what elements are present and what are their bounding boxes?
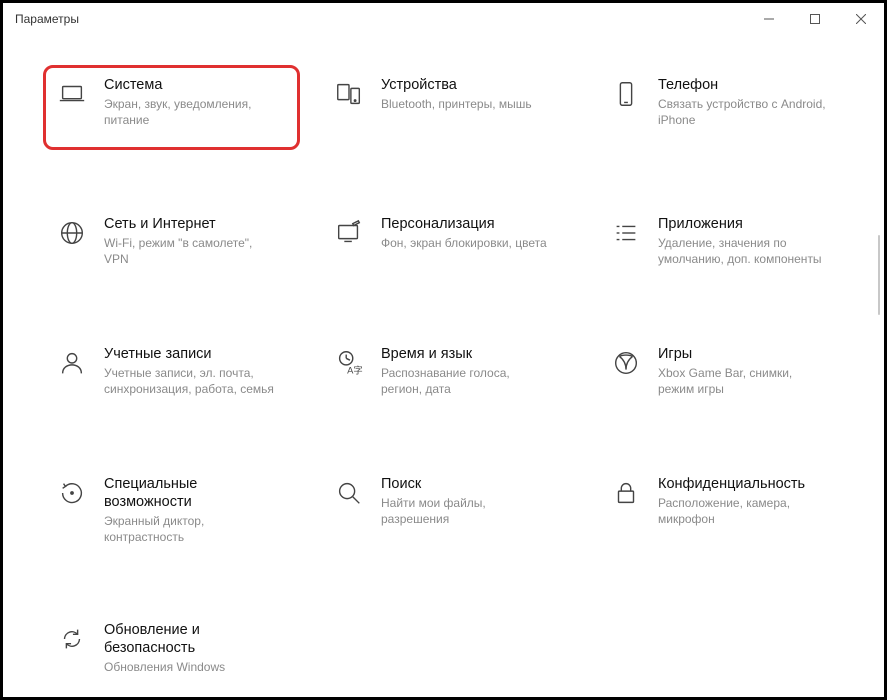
content-area: Система Экран, звук, уведомления, питани… bbox=[3, 35, 884, 697]
close-button[interactable] bbox=[838, 3, 884, 35]
tile-apps[interactable]: Приложения Удаление, значения по умолчан… bbox=[597, 204, 854, 280]
tile-desc: Xbox Game Bar, снимки, режим игры bbox=[658, 365, 828, 397]
person-icon bbox=[56, 347, 88, 379]
tile-desc: Фон, экран блокировки, цвета bbox=[381, 235, 547, 251]
tile-title: Учетные записи bbox=[104, 345, 274, 363]
tile-title: Устройства bbox=[381, 76, 532, 94]
tile-desc: Wi-Fi, режим "в самолете", VPN bbox=[104, 235, 274, 267]
window-title: Параметры bbox=[15, 12, 79, 26]
tile-desc: Удаление, значения по умолчанию, доп. ко… bbox=[658, 235, 828, 267]
tile-title: Обновление и безопасность bbox=[104, 621, 287, 657]
tile-title: Конфиденциальность bbox=[658, 475, 828, 493]
tile-title: Система bbox=[104, 76, 274, 94]
time-language-icon: A字 bbox=[333, 347, 365, 379]
tile-title: Игры bbox=[658, 345, 828, 363]
tile-gaming[interactable]: Игры Xbox Game Bar, снимки, режим игры bbox=[597, 334, 854, 410]
apps-icon bbox=[610, 217, 642, 249]
tile-title: Специальные возможности bbox=[104, 475, 287, 511]
tile-desc: Обновления Windows bbox=[104, 659, 274, 675]
globe-icon bbox=[56, 217, 88, 249]
tile-title: Сеть и Интернет bbox=[104, 215, 274, 233]
tile-title: Время и язык bbox=[381, 345, 551, 363]
tile-desc: Экран, звук, уведомления, питание bbox=[104, 96, 274, 128]
tile-desc: Найти мои файлы, разрешения bbox=[381, 495, 551, 527]
svg-text:A字: A字 bbox=[347, 364, 363, 375]
settings-grid: Система Экран, звук, уведомления, питани… bbox=[43, 65, 854, 687]
xbox-icon bbox=[610, 347, 642, 379]
search-icon bbox=[333, 477, 365, 509]
window-controls bbox=[746, 3, 884, 35]
phone-icon bbox=[610, 78, 642, 110]
minimize-button[interactable] bbox=[746, 3, 792, 35]
tile-system[interactable]: Система Экран, звук, уведомления, питани… bbox=[43, 65, 300, 150]
tile-title: Телефон bbox=[658, 76, 828, 94]
tile-phone[interactable]: Телефон Связать устройство с Android, iP… bbox=[597, 65, 854, 150]
tile-privacy[interactable]: Конфиденциальность Расположение, камера,… bbox=[597, 464, 854, 557]
tile-devices[interactable]: Устройства Bluetooth, принтеры, мышь bbox=[320, 65, 577, 150]
tile-ease-of-access[interactable]: Специальные возможности Экранный диктор,… bbox=[43, 464, 300, 557]
tile-time-language[interactable]: A字 Время и язык Распознавание голоса, ре… bbox=[320, 334, 577, 410]
tile-desc: Экранный диктор, контрастность bbox=[104, 513, 274, 545]
tile-network[interactable]: Сеть и Интернет Wi-Fi, режим "в самолете… bbox=[43, 204, 300, 280]
tile-desc: Распознавание голоса, регион, дата bbox=[381, 365, 551, 397]
settings-window: Параметры Система Экран, звук, bbox=[0, 0, 887, 700]
tile-title: Персонализация bbox=[381, 215, 547, 233]
ease-of-access-icon bbox=[56, 477, 88, 509]
scrollbar-thumb[interactable] bbox=[878, 235, 880, 315]
devices-icon bbox=[333, 78, 365, 110]
tile-title: Поиск bbox=[381, 475, 551, 493]
titlebar: Параметры bbox=[3, 3, 884, 35]
tile-personalization[interactable]: Персонализация Фон, экран блокировки, цв… bbox=[320, 204, 577, 280]
tile-search[interactable]: Поиск Найти мои файлы, разрешения bbox=[320, 464, 577, 557]
tile-update-security[interactable]: Обновление и безопасность Обновления Win… bbox=[43, 610, 300, 686]
tile-desc: Учетные записи, эл. почта, синхронизация… bbox=[104, 365, 274, 397]
maximize-button[interactable] bbox=[792, 3, 838, 35]
lock-icon bbox=[610, 477, 642, 509]
tile-title: Приложения bbox=[658, 215, 828, 233]
tile-desc: Bluetooth, принтеры, мышь bbox=[381, 96, 532, 112]
tile-accounts[interactable]: Учетные записи Учетные записи, эл. почта… bbox=[43, 334, 300, 410]
laptop-icon bbox=[56, 78, 88, 110]
personalization-icon bbox=[333, 217, 365, 249]
update-icon bbox=[56, 623, 88, 655]
tile-desc: Расположение, камера, микрофон bbox=[658, 495, 828, 527]
tile-desc: Связать устройство с Android, iPhone bbox=[658, 96, 828, 128]
